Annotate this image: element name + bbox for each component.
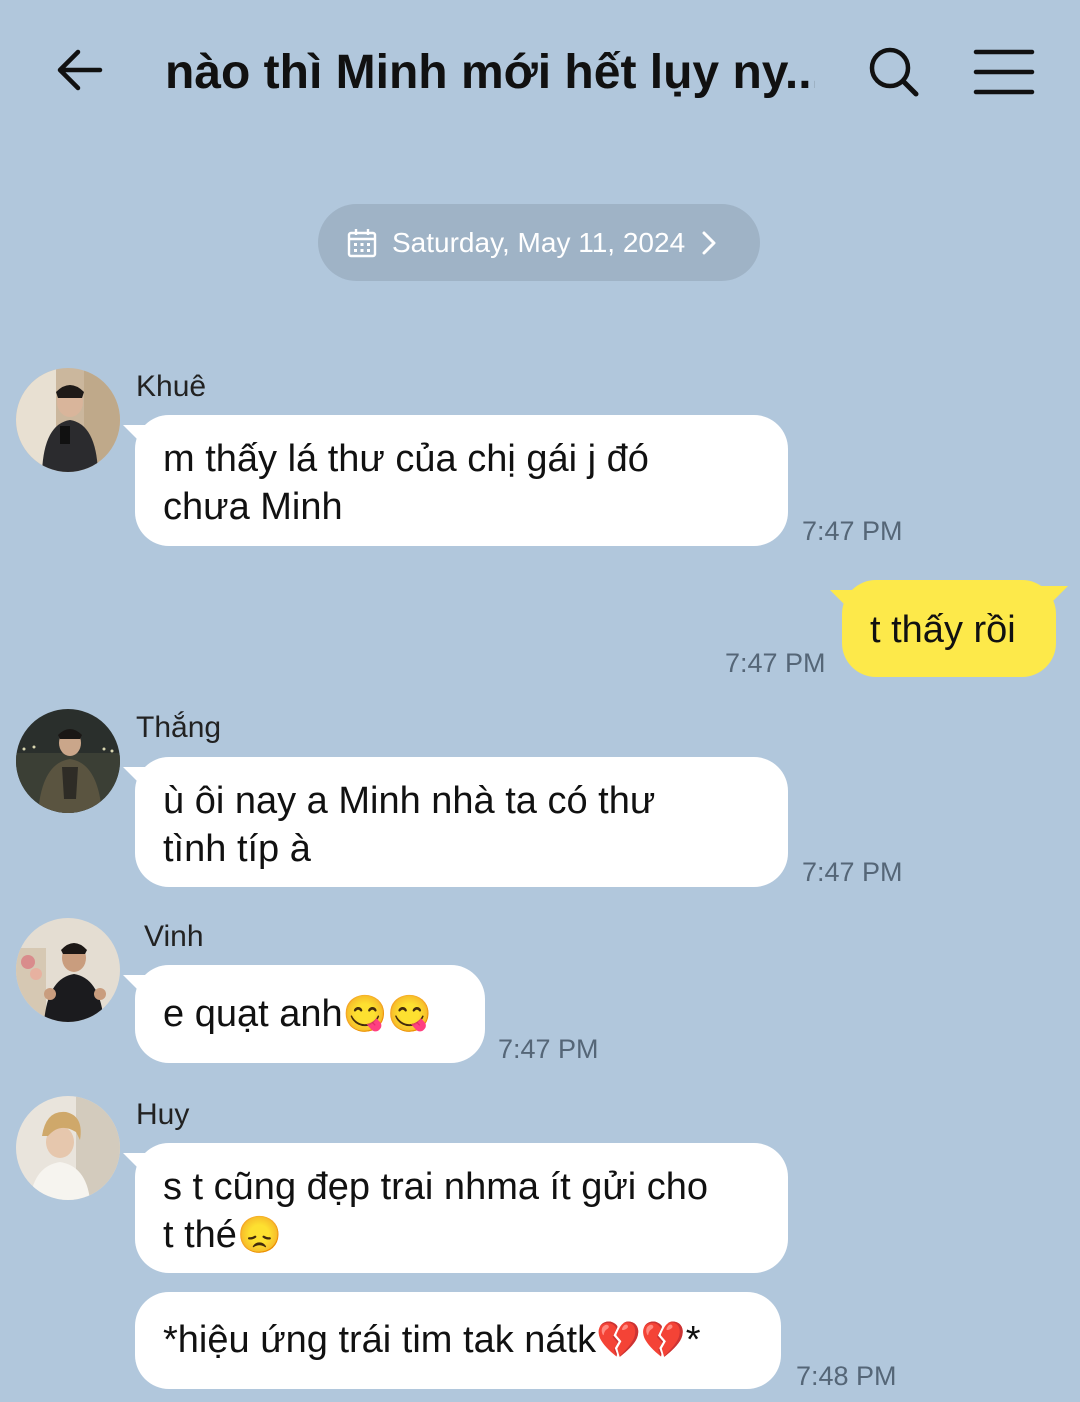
message-text: s t cũng đẹp trai nhma ít gửi cho [163, 1166, 709, 1208]
arrow-left-icon [57, 49, 103, 91]
hamburger-menu-icon [973, 49, 1035, 95]
emoji-yum-icon: 😋😋 [342, 993, 433, 1034]
avatar-thang[interactable] [16, 709, 120, 813]
message-text: *hiệu ứng trái tim tak nátk [163, 1319, 597, 1361]
message-text-end: * [685, 1319, 701, 1361]
search-icon [869, 47, 919, 97]
back-button[interactable] [50, 40, 110, 100]
sender-name: Vinh [144, 920, 204, 953]
date-label: Saturday, May 11, 2024 [392, 226, 686, 258]
message-bubble[interactable]: ù ôi nay a Minh nhà ta có thư tình típ à [135, 757, 788, 887]
avatar-huy[interactable] [16, 1096, 120, 1200]
message-text: t thé [163, 1214, 237, 1256]
chevron-right-icon [702, 231, 716, 254]
message-time: 7:47 PM [802, 516, 903, 546]
message-text: chưa Minh [163, 486, 343, 528]
message-text: e quạt anh [163, 993, 343, 1035]
message-bubble[interactable]: s t cũng đẹp trai nhma ít gửi cho t thé😞 [135, 1143, 788, 1273]
menu-button[interactable] [968, 40, 1040, 104]
message-time: 7:47 PM [498, 1034, 599, 1064]
chat-title: nào thì Minh mới hết lụy ny... [165, 46, 815, 99]
sender-name: Thắng [136, 711, 222, 744]
message-time: 7:47 PM [802, 857, 903, 887]
my-message-bubble[interactable]: t thấy rồi [842, 580, 1056, 677]
message-bubble[interactable]: e quạt anh😋😋 [135, 965, 485, 1063]
message-time: 7:48 PM [796, 1361, 897, 1391]
message-text: m thấy lá thư của chị gái j đó [163, 438, 649, 480]
calendar-icon [347, 228, 377, 257]
message-time: 7:47 PM [725, 648, 826, 678]
avatar-vinh[interactable] [16, 918, 120, 1022]
chat-screen: nào thì Minh mới hết lụy ny... Saturday,… [0, 0, 1080, 1402]
sender-name: Huy [136, 1098, 190, 1131]
message-text: ù ôi nay a Minh nhà ta có thư [163, 780, 656, 822]
emoji-disappointed-icon: 😞 [236, 1214, 282, 1255]
date-chip[interactable]: Saturday, May 11, 2024 [318, 204, 760, 281]
message-bubble[interactable]: *hiệu ứng trái tim tak nátk💔💔* [135, 1292, 781, 1389]
sender-name: Khuê [136, 370, 207, 403]
broken-heart-icon: 💔💔 [596, 1319, 686, 1360]
search-button[interactable] [862, 40, 926, 104]
message-text: tình típ à [163, 828, 311, 870]
avatar-khue[interactable] [16, 368, 120, 472]
message-bubble[interactable]: m thấy lá thư của chị gái j đó chưa Minh [135, 415, 788, 546]
message-text: t thấy rồi [870, 609, 1016, 651]
